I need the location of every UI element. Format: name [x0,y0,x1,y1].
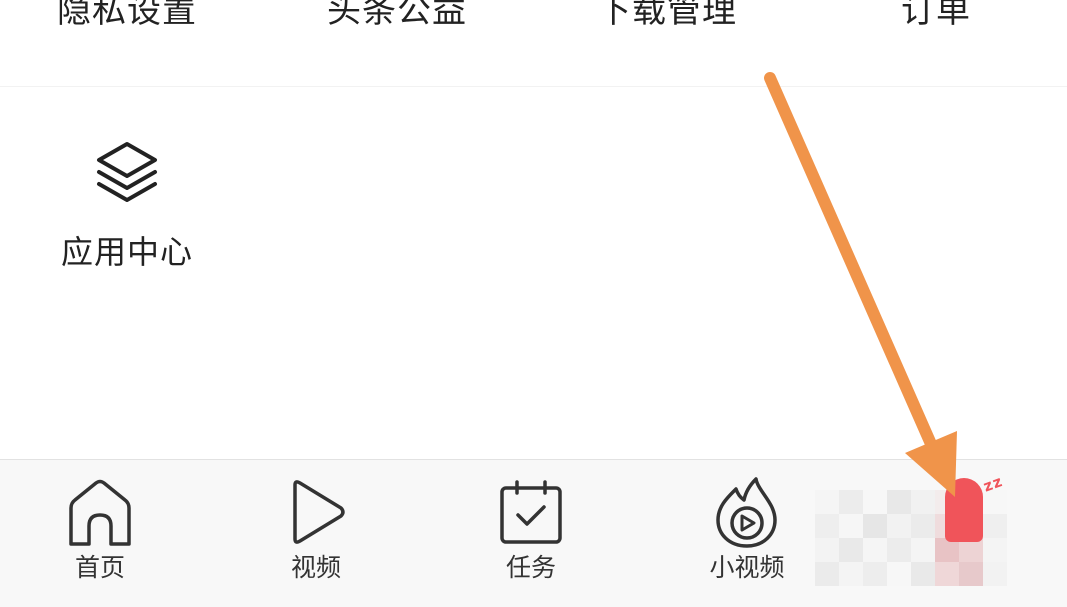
mosaic-cell [911,490,935,514]
mosaic-cell [959,562,983,586]
mosaic-cell [839,538,863,562]
avatar-icon [945,478,983,542]
mosaic-cell [887,538,911,562]
mosaic-cell [911,538,935,562]
menu-item-toutiao-charity[interactable]: 头条公益 [317,0,477,31]
mosaic-cell [863,514,887,538]
mosaic-cell [983,514,1007,538]
mosaic-cell [815,538,839,562]
app-center-label: 应用中心 [60,233,193,271]
mosaic-cell [839,562,863,586]
nav-label-tasks: 任务 [505,553,556,582]
mosaic-cell [887,562,911,586]
mosaic-cell [983,562,1007,586]
sleep-badge: zz [980,472,1006,496]
mosaic-cell [839,514,863,538]
mosaic-cell [911,562,935,586]
nav-item-profile[interactable]: zz [815,470,1015,590]
mosaic-cell [863,490,887,514]
nav-label-home: 首页 [74,553,125,582]
mosaic-cell [815,562,839,586]
mosaic-cell [887,490,911,514]
mosaic-cell [815,490,839,514]
mosaic-cell [983,538,1007,562]
mosaic-cell [887,514,911,538]
app-center-item[interactable]: 应用中心 [47,136,207,276]
play-icon [293,480,345,544]
menu-item-orders[interactable]: 订单 [856,0,1016,31]
home-icon [69,479,131,546]
nav-item-video[interactable]: 视频 [241,460,391,600]
mosaic-cell [935,562,959,586]
flame-play-icon [716,477,777,548]
nav-item-home[interactable]: 首页 [25,460,175,600]
mosaic-cell [863,538,887,562]
calendar-check-icon [500,480,562,544]
nav-item-tasks[interactable]: 任务 [456,460,606,600]
nav-item-short-video[interactable]: 小视频 [672,460,822,600]
menu-item-privacy-settings[interactable]: 隐私设置 [47,0,207,31]
section-divider [0,86,1067,87]
nav-label-video: 视频 [290,553,341,582]
layers-icon [97,142,157,202]
nav-label-short-video: 小视频 [709,553,785,582]
mosaic-cell [863,562,887,586]
mosaic-cell [911,514,935,538]
menu-item-download-manager[interactable]: 下载管理 [587,0,747,31]
mosaic-cell [839,490,863,514]
mosaic-cell [815,514,839,538]
